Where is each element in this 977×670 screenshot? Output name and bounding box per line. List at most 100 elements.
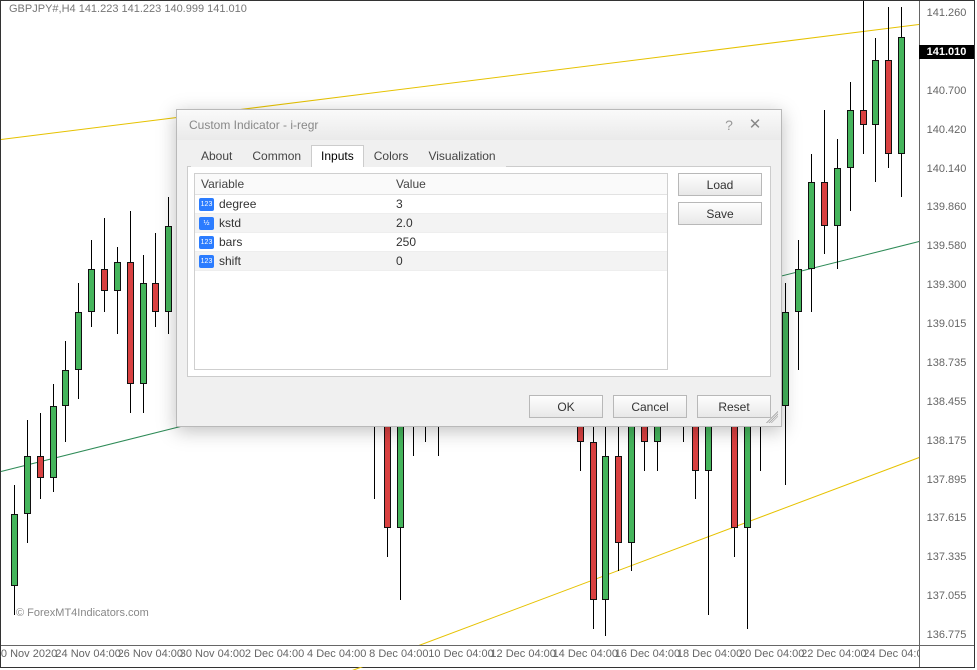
time-tick: 14 Dec 04:00 [553, 648, 618, 660]
time-tick: 4 Dec 04:00 [307, 648, 366, 660]
price-tick: 137.335 [919, 551, 974, 563]
input-name: kstd [219, 216, 241, 230]
input-variable: ½ kstd [195, 214, 390, 232]
reset-button[interactable]: Reset [697, 395, 771, 418]
time-tick: 22 Dec 04:00 [801, 648, 866, 660]
candle [24, 1, 31, 647]
col-header-value: Value [390, 174, 667, 194]
price-tick: 138.175 [919, 435, 974, 447]
side-buttons: Load Save [678, 167, 770, 376]
time-tick: 20 Dec 04:00 [739, 648, 804, 660]
candle [127, 1, 134, 647]
candle [140, 1, 147, 647]
save-button[interactable]: Save [678, 202, 762, 225]
input-name: shift [219, 254, 241, 268]
help-icon[interactable]: ? [717, 110, 741, 140]
candle [860, 1, 867, 647]
price-tick: 137.615 [919, 512, 974, 524]
inputs-grid-header: Variable Value [195, 174, 667, 195]
time-tick: 30 Nov 04:00 [180, 648, 245, 660]
chart-window: GBPJPY#,H4 141.223 141.223 140.999 141.0… [0, 0, 975, 668]
tab-colors[interactable]: Colors [364, 145, 419, 167]
inputs-panel: Variable Value 123 degree 3 ½ kstd 2.0 123 bars… [187, 167, 771, 377]
price-axis: 141.260 141.010 140.700 140.420 140.140 139.8… [919, 1, 974, 645]
dialog-tabs: AboutCommonInputsColorsVisualization [187, 144, 771, 167]
price-tick: 140.420 [919, 124, 974, 136]
input-variable: 123 shift [195, 252, 390, 270]
candle [847, 1, 854, 647]
input-variable: 123 degree [195, 195, 390, 213]
price-tick: 140.700 [919, 85, 974, 97]
candle [62, 1, 69, 647]
input-value[interactable]: 2.0 [390, 214, 667, 232]
price-tick: 140.140 [919, 163, 974, 175]
price-tick: 138.735 [919, 357, 974, 369]
candle [795, 1, 802, 647]
price-tick: 138.455 [919, 396, 974, 408]
time-tick: 18 Dec 04:00 [677, 648, 742, 660]
watermark: © ForexMT4Indicators.com [16, 607, 149, 619]
tab-inputs[interactable]: Inputs [311, 145, 364, 167]
type-icon: 123 [199, 255, 214, 268]
dialog-bottom-buttons: OK Cancel Reset [177, 395, 771, 418]
price-tick: 137.895 [919, 474, 974, 486]
load-button[interactable]: Load [678, 173, 762, 196]
candle [152, 1, 159, 647]
axis-corner [919, 645, 974, 667]
inputs-row[interactable]: ½ kstd 2.0 [195, 214, 667, 233]
price-tick: 139.580 [919, 240, 974, 252]
input-name: bars [219, 235, 242, 249]
inputs-row[interactable]: 123 shift 0 [195, 252, 667, 271]
price-tick: 139.300 [919, 279, 974, 291]
input-variable: 123 bars [195, 233, 390, 251]
time-tick: 2 Dec 04:00 [245, 648, 304, 660]
candle [808, 1, 815, 647]
price-tick: 139.860 [919, 201, 974, 213]
current-price-label: 141.010 [919, 45, 974, 59]
candle [872, 1, 879, 647]
cancel-button[interactable]: Cancel [613, 395, 687, 418]
time-tick: 16 Dec 04:00 [615, 648, 680, 660]
candle [898, 1, 905, 647]
candle [11, 1, 18, 647]
time-tick: 8 Dec 04:00 [369, 648, 428, 660]
input-name: degree [219, 197, 256, 211]
candle [165, 1, 172, 647]
candle [50, 1, 57, 647]
candle [114, 1, 121, 647]
inputs-grid[interactable]: Variable Value 123 degree 3 ½ kstd 2.0 123 bars… [194, 173, 668, 370]
candle [101, 1, 108, 647]
time-tick: 10 Dec 04:00 [428, 648, 493, 660]
inputs-row[interactable]: 123 degree 3 [195, 195, 667, 214]
price-tick: 136.775 [919, 629, 974, 641]
type-icon: 123 [199, 236, 214, 249]
input-value[interactable]: 250 [390, 233, 667, 251]
time-tick: 12 Dec 04:00 [490, 648, 555, 660]
time-tick: 24 Nov 04:00 [55, 648, 120, 660]
dialog-body: AboutCommonInputsColorsVisualization Var… [177, 140, 781, 387]
type-icon: 123 [199, 198, 214, 211]
tab-about[interactable]: About [191, 145, 242, 167]
indicator-properties-dialog: Custom Indicator - i-regr ? ✕ AboutCommo… [176, 109, 782, 427]
price-tick: 137.055 [919, 590, 974, 602]
resize-grip-icon[interactable] [766, 411, 778, 423]
ok-button[interactable]: OK [529, 395, 603, 418]
inputs-row[interactable]: 123 bars 250 [195, 233, 667, 252]
price-tick: 141.260 [919, 7, 974, 19]
close-icon[interactable]: ✕ [741, 110, 769, 140]
price-tick: 139.015 [919, 318, 974, 330]
candle [75, 1, 82, 647]
tab-common[interactable]: Common [242, 145, 311, 167]
col-header-variable: Variable [195, 174, 390, 194]
type-icon: ½ [199, 217, 214, 230]
candle [821, 1, 828, 647]
dialog-title: Custom Indicator - i-regr [189, 110, 717, 140]
time-axis: 20 Nov 202024 Nov 04:0026 Nov 04:0030 No… [1, 645, 919, 667]
input-value[interactable]: 0 [390, 252, 667, 270]
input-value[interactable]: 3 [390, 195, 667, 213]
dialog-titlebar[interactable]: Custom Indicator - i-regr ? ✕ [177, 110, 781, 140]
candle [88, 1, 95, 647]
time-tick: 20 Nov 2020 [0, 648, 57, 660]
tab-visualization[interactable]: Visualization [418, 145, 505, 167]
candle [37, 1, 44, 647]
